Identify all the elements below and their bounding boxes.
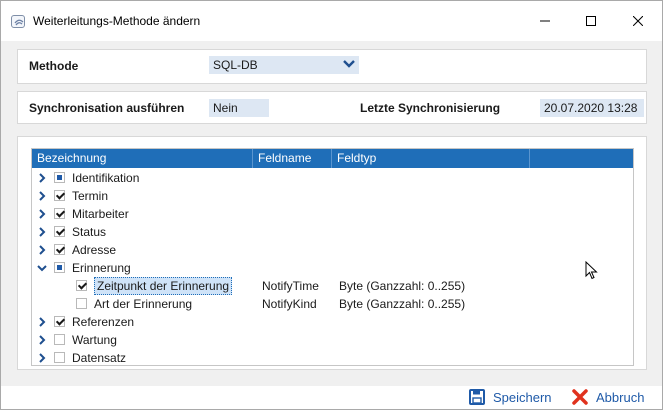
chevron-right-icon[interactable]	[37, 335, 47, 345]
dialog-window: Weiterleitungs-Methode ändern Methode SQ…	[0, 0, 663, 410]
grid-rows: Identifikation Termin Mitarbeiter Status Adr…	[32, 169, 633, 367]
column-header-empty	[530, 149, 633, 168]
methode-panel: Methode SQL-DB	[17, 49, 647, 84]
chevron-right-icon[interactable]	[37, 245, 47, 255]
sync-run-label: Synchronisation ausführen	[29, 101, 185, 115]
tree-row[interactable]: Art der Erinnerung NotifyKind Byte (Ganzza…	[32, 295, 633, 313]
chevron-right-icon[interactable]	[37, 173, 47, 183]
tree-checkbox[interactable]	[54, 226, 65, 237]
tree-checkbox[interactable]	[54, 244, 65, 255]
tree-checkbox[interactable]	[54, 172, 65, 183]
floppy-disk-icon	[469, 389, 485, 405]
feldname-cell: NotifyKind	[262, 297, 317, 311]
close-button[interactable]	[615, 1, 661, 41]
tree-row-label: Erinnerung	[72, 261, 131, 275]
maximize-icon	[586, 16, 596, 26]
cross-icon	[572, 389, 588, 405]
tree-row-label: Datensatz	[72, 351, 127, 365]
minimize-button[interactable]	[522, 1, 568, 41]
tree-checkbox[interactable]	[54, 190, 65, 201]
tree-row[interactable]: Identifikation	[32, 169, 633, 187]
mouse-cursor-icon	[585, 261, 598, 280]
mapping-panel: Bezeichnung Feldname Feldtyp Identifikat…	[17, 136, 647, 370]
cancel-button[interactable]: Abbruch	[572, 387, 644, 407]
chevron-right-icon[interactable]	[37, 353, 47, 363]
feldtyp-cell: Byte (Ganzzahl: 0..255)	[339, 279, 466, 293]
chevron-right-icon[interactable]	[37, 317, 47, 327]
tree-checkbox[interactable]	[54, 352, 65, 363]
tree-row[interactable]: Adresse	[32, 241, 633, 259]
methode-value: SQL-DB	[213, 58, 258, 72]
methode-select[interactable]: SQL-DB	[209, 56, 359, 74]
tree-row-label: Art der Erinnerung	[94, 297, 193, 311]
tree-row[interactable]: Wartung	[32, 331, 633, 349]
sync-last-value: 20.07.2020 13:28	[540, 99, 644, 117]
tree-row-label: Identifikation	[72, 171, 140, 185]
tree-row-label: Mitarbeiter	[72, 207, 129, 221]
tree-row[interactable]: Zeitpunkt der Erinnerung NotifyTime Byte (…	[32, 277, 633, 295]
dialog-body: Methode SQL-DB Synchronisation ausführen…	[1, 41, 662, 386]
feldtyp-cell: Byte (Ganzzahl: 0..255)	[339, 297, 466, 311]
footer-bar: Speichern Abbruch	[1, 386, 662, 409]
chevron-right-icon[interactable]	[37, 227, 47, 237]
title-bar[interactable]: Weiterleitungs-Methode ändern	[1, 1, 662, 41]
field-tree-grid[interactable]: Bezeichnung Feldname Feldtyp Identifikat…	[31, 148, 634, 366]
tree-checkbox[interactable]	[54, 208, 65, 219]
tree-row-label: Status	[72, 225, 107, 239]
tree-row-label: Zeitpunkt der Erinnerung	[94, 277, 233, 295]
chevron-down-icon[interactable]	[37, 263, 47, 273]
tree-checkbox[interactable]	[54, 262, 65, 273]
tree-row[interactable]: Mitarbeiter	[32, 205, 633, 223]
column-header-feldtyp[interactable]: Feldtyp	[332, 149, 530, 168]
tree-row[interactable]: Status	[32, 223, 633, 241]
cancel-label: Abbruch	[596, 389, 645, 405]
tree-row-label: Adresse	[72, 243, 117, 257]
minimize-icon	[540, 20, 550, 22]
tree-row[interactable]: Erinnerung	[32, 259, 633, 277]
tree-checkbox[interactable]	[54, 334, 65, 345]
window-title: Weiterleitungs-Methode ändern	[33, 14, 201, 28]
sync-panel: Synchronisation ausführen Nein Letzte Sy…	[17, 91, 647, 124]
column-header-feldname[interactable]: Feldname	[253, 149, 332, 168]
grid-header: Bezeichnung Feldname Feldtyp	[32, 149, 633, 168]
sync-last-label: Letzte Synchronisierung	[360, 101, 501, 115]
column-header-bezeichnung[interactable]: Bezeichnung	[32, 149, 253, 168]
tree-checkbox[interactable]	[54, 316, 65, 327]
tree-checkbox[interactable]	[76, 298, 87, 309]
tree-row[interactable]: Datensatz	[32, 349, 633, 367]
feldname-cell: NotifyTime	[262, 279, 319, 293]
chevron-down-icon	[343, 60, 355, 68]
sync-run-value[interactable]: Nein	[209, 99, 269, 117]
tree-checkbox[interactable]	[76, 280, 87, 291]
tree-row-label: Termin	[72, 189, 109, 203]
tree-row[interactable]: Termin	[32, 187, 633, 205]
methode-label: Methode	[29, 59, 79, 73]
save-button[interactable]: Speichern	[469, 387, 552, 407]
tree-row-label: Wartung	[72, 333, 117, 347]
app-icon	[11, 15, 25, 28]
tree-row-label: Referenzen	[72, 315, 135, 329]
close-icon	[633, 16, 643, 26]
save-label: Speichern	[493, 389, 552, 405]
chevron-right-icon[interactable]	[37, 191, 47, 201]
tree-row[interactable]: Referenzen	[32, 313, 633, 331]
maximize-button[interactable]	[568, 1, 614, 41]
chevron-right-icon[interactable]	[37, 209, 47, 219]
